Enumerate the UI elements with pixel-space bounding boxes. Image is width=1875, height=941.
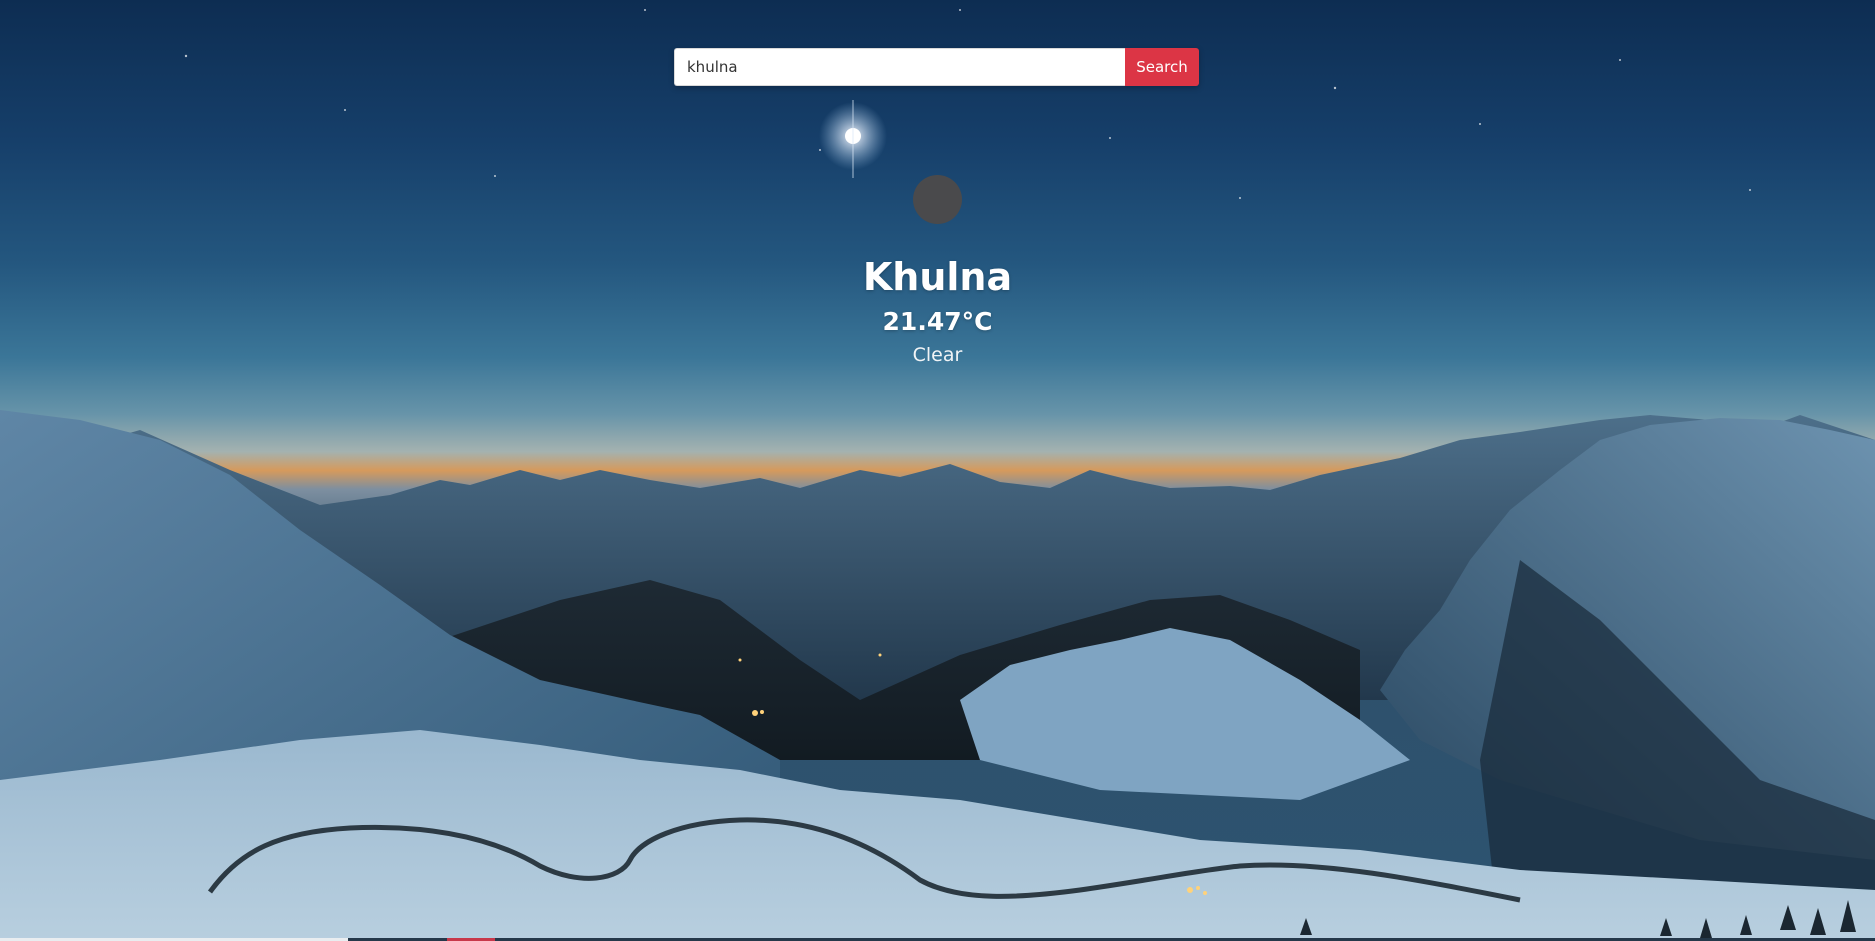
weather-icon [913,175,962,224]
stars [184,9,1751,199]
search-button[interactable]: Search [1125,48,1199,86]
weather-card: Khulna 21.47°C Clear [0,175,1875,368]
temperature: 21.47°C [882,307,993,336]
mountain-landscape-background [0,9,1875,941]
search-bar: Search [674,48,1199,86]
moon [819,100,887,178]
page-background: Search Khulna 21.47°C Clear [0,0,1875,941]
search-input[interactable] [674,48,1125,86]
city-name: Khulna [862,255,1013,299]
weather-condition: Clear [912,344,963,366]
